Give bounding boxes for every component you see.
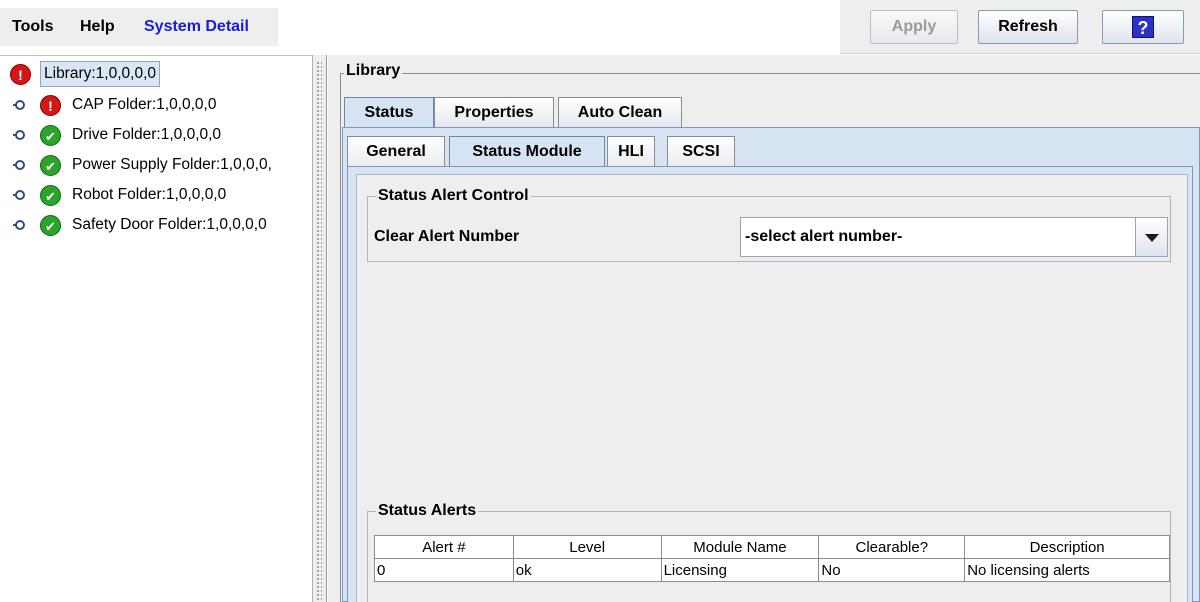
tree-expand-handle-icon[interactable]	[13, 210, 27, 240]
tree-expand-handle-icon[interactable]	[13, 90, 27, 120]
status-module-tab-pane: Status Alert Control Clear Alert Number …	[347, 166, 1193, 602]
menu-system-detail[interactable]: System Detail	[144, 8, 249, 46]
tab-properties[interactable]: Properties	[434, 97, 554, 127]
cell-level: ok	[512, 558, 662, 582]
column-header-alert-number[interactable]: Alert #	[374, 535, 514, 559]
clear-alert-number-label: Clear Alert Number	[374, 228, 520, 245]
group-title: Status Alert Control	[376, 186, 531, 206]
status-alert-control-group: Status Alert Control Clear Alert Number …	[367, 186, 1171, 262]
cell-alert-number: 0	[374, 558, 514, 582]
status-alerts-table: Alert # Level Module Name Clearable? Des…	[374, 535, 1170, 582]
menu-tools[interactable]: Tools	[12, 8, 53, 46]
splitter-grip-icon	[316, 61, 322, 602]
tree-item-label[interactable]: Safety Door Folder:1,0,0,0,0	[72, 210, 267, 240]
checkmark-icon: ✔	[40, 215, 61, 236]
help-button[interactable]: ?	[1102, 10, 1184, 44]
cell-module-name: Licensing	[660, 558, 820, 582]
status-module-content: Status Alert Control Clear Alert Number …	[356, 174, 1188, 602]
column-header-description[interactable]: Description	[964, 535, 1170, 559]
cell-description: No licensing alerts	[964, 558, 1170, 582]
menu-help[interactable]: Help	[80, 8, 115, 46]
tree-item-label[interactable]: Drive Folder:1,0,0,0,0	[72, 120, 221, 150]
alert-number-select[interactable]: -select alert number-	[740, 217, 1168, 257]
column-header-module-name[interactable]: Module Name	[660, 535, 820, 559]
panel-title: Library	[344, 62, 403, 80]
column-header-level[interactable]: Level	[512, 535, 662, 559]
tree-expand-handle-icon[interactable]	[13, 180, 27, 210]
tab-scsi[interactable]: SCSI	[667, 136, 735, 167]
checkmark-icon: ✔	[40, 125, 61, 146]
tab-status-module[interactable]: Status Module	[449, 136, 605, 167]
tree-expand-handle-icon[interactable]	[13, 120, 27, 150]
checkmark-icon: ✔	[40, 185, 61, 206]
tab-status[interactable]: Status	[344, 97, 434, 127]
exclamation-icon: !	[10, 64, 31, 85]
refresh-button[interactable]: Refresh	[978, 10, 1078, 44]
apply-button[interactable]: Apply	[870, 10, 958, 44]
dropdown-button[interactable]	[1135, 218, 1167, 256]
menu-bar: Tools Help System Detail	[0, 8, 278, 46]
group-title: Status Alerts	[376, 501, 479, 521]
tree-item-label[interactable]: Library:1,0,0,0,0	[40, 61, 161, 87]
detail-panel: Library Status Properties Auto Clean Gen…	[328, 55, 1200, 602]
column-header-clearable[interactable]: Clearable?	[818, 535, 966, 559]
toolbar-actions: Apply Refresh ?	[840, 0, 1200, 54]
tab-general[interactable]: General	[347, 136, 445, 167]
status-alerts-group: Status Alerts Alert # Level Module Name …	[367, 501, 1171, 602]
table-header-row: Alert # Level Module Name Clearable? Des…	[374, 535, 1170, 559]
alert-select-value: -select alert number-	[745, 228, 903, 245]
tab-auto-clean[interactable]: Auto Clean	[558, 97, 682, 127]
question-icon: ?	[1132, 16, 1154, 38]
tree-item-label[interactable]: Power Supply Folder:1,0,0,0,	[72, 150, 272, 180]
status-tab-pane: General Status Module HLI SCSI Status Al…	[342, 127, 1200, 602]
tree-item-label[interactable]: Robot Folder:1,0,0,0,0	[72, 180, 226, 210]
cell-clearable: No	[818, 558, 966, 582]
table-row[interactable]: 0 ok Licensing No No licensing alerts	[374, 558, 1170, 582]
tab-hli[interactable]: HLI	[607, 136, 655, 167]
exclamation-icon: !	[40, 95, 61, 116]
chevron-down-icon	[1145, 234, 1159, 242]
split-pane-divider[interactable]	[313, 55, 327, 602]
tree-expand-handle-icon[interactable]	[13, 150, 27, 180]
library-tree: ! Library:1,0,0,0,0 ! CAP Folder:1,0,0,0…	[0, 55, 313, 602]
tree-item-label[interactable]: CAP Folder:1,0,0,0,0	[72, 90, 216, 120]
checkmark-icon: ✔	[40, 155, 61, 176]
toolbar: Tools Help System Detail Apply Refresh ?	[0, 0, 1200, 58]
